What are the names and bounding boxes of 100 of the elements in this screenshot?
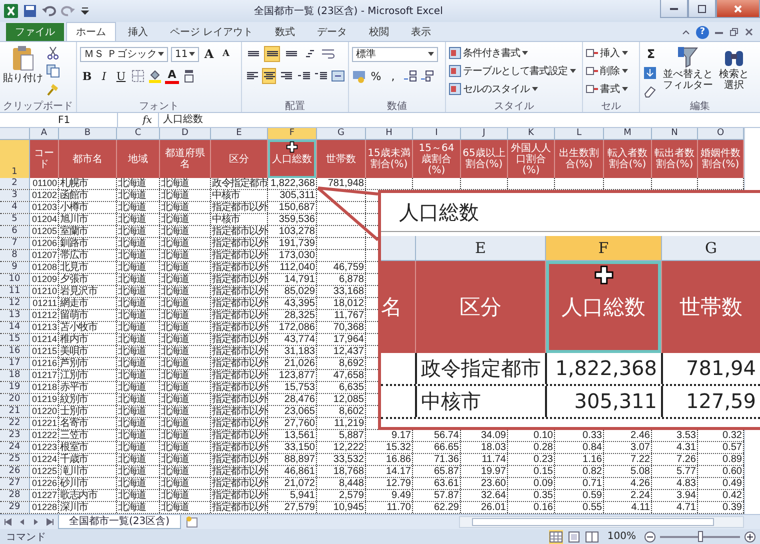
column-header[interactable]: L xyxy=(555,128,604,139)
row-number[interactable]: 25 xyxy=(0,454,30,465)
ribbon-tab[interactable]: ホーム xyxy=(66,22,116,41)
first-sheet-icon[interactable] xyxy=(4,518,12,526)
row-number[interactable]: 17 xyxy=(0,358,30,369)
column-header[interactable]: I xyxy=(413,128,461,139)
row-number[interactable]: 22 xyxy=(0,418,30,429)
font-style-button[interactable]: I xyxy=(97,68,111,84)
cell-menu-button[interactable]: 書式 xyxy=(586,80,636,97)
row-number[interactable]: 3 xyxy=(0,190,30,201)
currency-icon[interactable] xyxy=(352,69,366,83)
file-tab[interactable]: ファイル xyxy=(6,23,64,41)
insert-sheet-icon[interactable] xyxy=(184,515,199,529)
row-number[interactable]: 6 xyxy=(0,226,30,237)
row-number[interactable]: 19 xyxy=(0,382,30,393)
quick-access-caret-icon[interactable] xyxy=(80,6,90,16)
decrease-decimal-icon[interactable] xyxy=(420,69,434,83)
zoom-slider-thumb[interactable] xyxy=(698,531,703,542)
column-header[interactable]: A xyxy=(30,128,59,139)
cell-menu-button[interactable]: 削除 xyxy=(586,62,636,79)
find-select-button[interactable]: 検索と 選択 xyxy=(717,45,751,99)
align-button[interactable] xyxy=(262,68,276,84)
restore-button[interactable] xyxy=(688,0,716,18)
font-style-button[interactable]: B xyxy=(80,68,94,84)
next-sheet-icon[interactable] xyxy=(32,518,40,526)
column-header[interactable]: O xyxy=(698,128,744,139)
row-number[interactable]: 1 xyxy=(0,140,30,178)
wrap-text-icon[interactable] xyxy=(321,47,335,61)
eraser-icon[interactable] xyxy=(643,84,657,98)
grow-font-button[interactable]: A xyxy=(202,46,216,62)
paste-button[interactable]: 貼り付け xyxy=(3,45,43,99)
row-number[interactable]: 13 xyxy=(0,310,30,321)
undo-icon[interactable] xyxy=(42,4,56,18)
fill-color-icon[interactable] xyxy=(148,69,162,83)
column-header[interactable]: G xyxy=(317,128,366,139)
row-number[interactable]: 26 xyxy=(0,466,30,477)
ribbon-tab[interactable]: 挿入 xyxy=(118,22,158,41)
number-format-field[interactable]: 標準 xyxy=(352,46,438,62)
last-sheet-icon[interactable] xyxy=(46,518,54,526)
column-header[interactable]: C xyxy=(117,128,160,139)
row-number[interactable]: 12 xyxy=(0,298,30,309)
merge-cells-icon[interactable] xyxy=(331,69,346,83)
percent-button[interactable]: % xyxy=(369,68,383,84)
row-number[interactable]: 28 xyxy=(0,490,30,501)
ribbon-tab[interactable]: 数式 xyxy=(265,22,306,41)
formula-field[interactable]: 人口総数 xyxy=(158,113,760,127)
ribbon-tab[interactable]: ページ レイアウト xyxy=(160,22,264,41)
row-number[interactable]: 14 xyxy=(0,322,30,333)
row-number[interactable]: 23 xyxy=(0,430,30,441)
row-number[interactable]: 8 xyxy=(0,250,30,261)
restore-icon[interactable] xyxy=(729,27,739,37)
align-button[interactable] xyxy=(264,46,280,62)
zoom-in-icon[interactable] xyxy=(744,530,756,542)
column-header[interactable]: N xyxy=(652,128,698,139)
row-number[interactable]: 4 xyxy=(0,202,30,213)
row-number[interactable]: 24 xyxy=(0,442,30,453)
close-icon[interactable] xyxy=(744,27,754,37)
page-break-view-icon[interactable] xyxy=(585,530,600,544)
row-number[interactable]: 27 xyxy=(0,478,30,489)
font-name-field[interactable]: ＭＳ Ｐゴシック xyxy=(80,46,168,62)
previous-sheet-icon[interactable] xyxy=(18,518,26,526)
row-number[interactable]: 16 xyxy=(0,346,30,357)
excel-logo-icon[interactable] xyxy=(4,4,18,18)
minimize-button[interactable] xyxy=(660,0,688,18)
shrink-font-button[interactable]: A xyxy=(219,46,233,62)
row-number[interactable]: 29 xyxy=(0,502,30,513)
page-layout-view-icon[interactable] xyxy=(567,530,582,544)
column-header[interactable]: M xyxy=(604,128,652,139)
column-header[interactable]: B xyxy=(59,128,117,139)
zoom-out-icon[interactable] xyxy=(644,530,656,542)
style-menu-button[interactable]: テーブルとして書式設定 xyxy=(449,62,579,79)
row-number[interactable]: 20 xyxy=(0,394,30,405)
ribbon-tab[interactable]: 校閲 xyxy=(359,22,400,41)
close-button[interactable] xyxy=(716,0,760,18)
row-number[interactable]: 15 xyxy=(0,334,30,345)
insert-function-button[interactable]: fx xyxy=(118,114,158,126)
style-menu-button[interactable]: セルのスタイル xyxy=(449,80,579,97)
save-icon[interactable] xyxy=(23,4,37,18)
column-header[interactable]: H xyxy=(366,128,413,139)
font-style-button[interactable]: U xyxy=(114,68,128,84)
brush-icon[interactable] xyxy=(46,82,60,96)
fill-down-icon[interactable] xyxy=(643,66,657,80)
border-icon[interactable] xyxy=(131,69,145,83)
row-number[interactable]: 21 xyxy=(0,406,30,417)
phonetic-icon[interactable] xyxy=(182,69,196,83)
comma-button[interactable]: , xyxy=(386,68,400,84)
help-button[interactable]: ? xyxy=(696,26,709,38)
cell-menu-button[interactable]: 挿入 xyxy=(586,44,636,61)
scissors-icon[interactable] xyxy=(46,46,60,60)
row-number[interactable]: 18 xyxy=(0,370,30,381)
ribbon-tab[interactable]: データ xyxy=(307,22,358,41)
copy-icon[interactable] xyxy=(46,64,60,78)
row-number[interactable]: 9 xyxy=(0,262,30,273)
row-number[interactable]: 10 xyxy=(0,274,30,285)
column-header[interactable]: J xyxy=(461,128,508,139)
font-color-button[interactable]: A xyxy=(165,68,179,84)
horizontal-scrollbar[interactable] xyxy=(459,516,744,528)
autosum-button[interactable]: Σ xyxy=(643,46,659,62)
sheet-tab[interactable]: 全国都市一覧(23区含) xyxy=(58,515,181,529)
name-box[interactable]: F1 xyxy=(0,113,118,127)
